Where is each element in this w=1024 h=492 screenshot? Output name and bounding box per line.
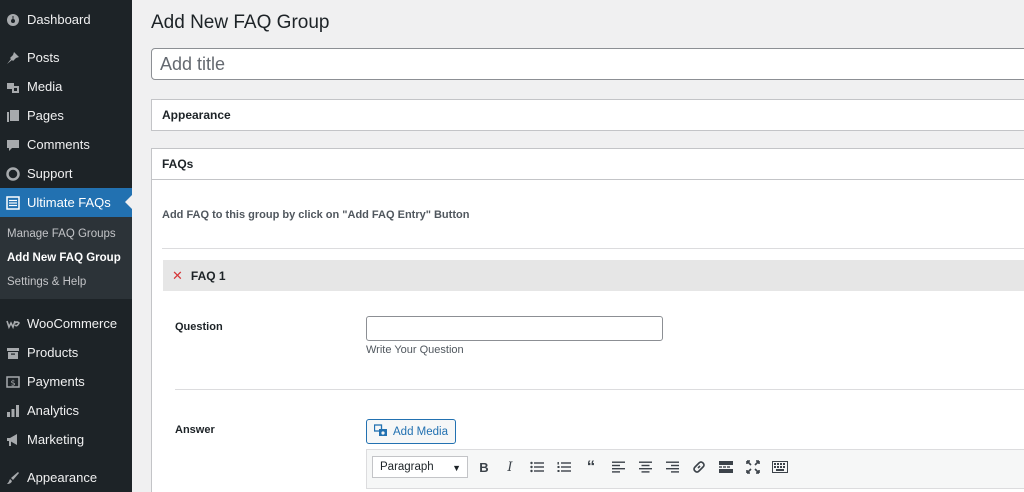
pin-icon bbox=[6, 51, 20, 65]
remove-faq-icon[interactable]: ✕ bbox=[172, 268, 183, 284]
question-label: Question bbox=[175, 321, 223, 333]
sidebar-item-label: WooCommerce bbox=[27, 316, 118, 331]
sidebar-item-woocommerce[interactable]: WooCommerce bbox=[0, 309, 132, 338]
italic-icon[interactable]: I bbox=[500, 459, 520, 475]
align-center-icon[interactable] bbox=[635, 459, 655, 475]
sidebar-item-dashboard[interactable]: Dashboard bbox=[0, 5, 132, 34]
editor-toolbar: Paragraph ▼ B I “ bbox=[366, 449, 1024, 489]
divider bbox=[175, 389, 1024, 390]
submenu-settings-help[interactable]: Settings & Help bbox=[7, 276, 86, 288]
bold-icon[interactable]: B bbox=[474, 459, 494, 475]
pages-icon bbox=[6, 109, 20, 123]
question-input[interactable] bbox=[366, 316, 663, 341]
divider bbox=[162, 248, 1024, 249]
submenu-add-new-faq-group[interactable]: Add New FAQ Group bbox=[7, 252, 121, 264]
sidebar-item-marketing[interactable]: Marketing bbox=[0, 425, 132, 454]
add-media-button[interactable]: Add Media bbox=[366, 419, 456, 444]
woo-icon bbox=[6, 317, 20, 331]
sidebar-item-label: Analytics bbox=[27, 403, 80, 418]
fullscreen-icon[interactable] bbox=[743, 459, 763, 475]
sidebar-item-products[interactable]: Products bbox=[0, 338, 132, 367]
sidebar-item-label: Dashboard bbox=[27, 12, 91, 27]
sidebar-item-label: Payments bbox=[27, 374, 85, 389]
sidebar-item-media[interactable]: Media bbox=[0, 72, 132, 101]
answer-label: Answer bbox=[175, 424, 215, 436]
megaphone-icon bbox=[6, 433, 20, 447]
list-icon bbox=[6, 195, 20, 210]
bullet-list-icon[interactable] bbox=[527, 459, 547, 475]
sidebar-item-posts[interactable]: Posts bbox=[0, 43, 132, 72]
sidebar-item-pages[interactable]: Pages bbox=[0, 101, 132, 130]
faqs-instructions: Add FAQ to this group by click on "Add F… bbox=[162, 209, 470, 221]
sidebar-item-label: Media bbox=[27, 79, 63, 94]
blockquote-icon[interactable]: “ bbox=[581, 457, 601, 476]
archive-icon bbox=[6, 346, 20, 360]
comment-icon bbox=[6, 138, 20, 152]
add-media-label: Add Media bbox=[393, 425, 448, 438]
media-icon bbox=[373, 423, 388, 440]
dollar-icon: $ bbox=[6, 375, 20, 389]
numbered-list-icon[interactable] bbox=[554, 459, 574, 475]
admin-sidebar: Dashboard Posts Media Pages Comments Sup… bbox=[0, 0, 132, 492]
toolbar-toggle-icon[interactable] bbox=[770, 459, 790, 475]
page-title: Add New FAQ Group bbox=[151, 12, 330, 33]
appearance-postbox: Appearance bbox=[151, 99, 1024, 131]
sidebar-item-label: Comments bbox=[27, 137, 90, 152]
faqs-postbox-header[interactable]: FAQs bbox=[152, 149, 1024, 180]
submenu-manage-faq-groups[interactable]: Manage FAQ Groups bbox=[7, 228, 116, 240]
sidebar-item-label: Appearance bbox=[27, 470, 98, 485]
sidebar-item-ultimate-faqs[interactable]: Ultimate FAQs bbox=[0, 188, 132, 217]
sidebar-item-label: Ultimate FAQs bbox=[27, 195, 111, 210]
title-input[interactable] bbox=[151, 48, 1024, 80]
sidebar-submenu: Manage FAQ Groups Add New FAQ Group Sett… bbox=[0, 217, 132, 299]
align-right-icon[interactable] bbox=[662, 459, 682, 475]
sidebar-item-comments[interactable]: Comments bbox=[0, 130, 132, 159]
read-more-icon[interactable] bbox=[716, 459, 736, 475]
sidebar-item-label: Products bbox=[27, 345, 79, 360]
lifebuoy-icon bbox=[6, 166, 20, 181]
sidebar-item-label: Marketing bbox=[27, 432, 85, 447]
format-select[interactable]: Paragraph ▼ bbox=[372, 456, 468, 478]
sidebar-item-label: Support bbox=[27, 166, 73, 181]
format-select-value: Paragraph bbox=[380, 461, 434, 473]
svg-text:$: $ bbox=[10, 378, 15, 387]
appearance-postbox-header[interactable]: Appearance bbox=[152, 100, 1024, 130]
sidebar-item-analytics[interactable]: Analytics bbox=[0, 396, 132, 425]
question-description: Write Your Question bbox=[366, 344, 464, 356]
media-icon bbox=[6, 80, 20, 94]
brush-icon bbox=[6, 471, 20, 485]
dashboard-icon bbox=[6, 13, 20, 27]
sidebar-item-payments[interactable]: $ Payments bbox=[0, 367, 132, 396]
faq-entry-title: FAQ 1 bbox=[190, 268, 226, 283]
align-left-icon[interactable] bbox=[608, 459, 628, 475]
sidebar-item-appearance[interactable]: Appearance bbox=[0, 463, 132, 492]
chevron-down-icon: ▼ bbox=[452, 463, 461, 473]
sidebar-item-support[interactable]: Support bbox=[0, 159, 132, 188]
faq-entry-header: ✕ FAQ 1 bbox=[163, 260, 1024, 291]
sidebar-item-label: Posts bbox=[27, 50, 60, 65]
faqs-postbox: FAQs Add FAQ to this group by click on "… bbox=[151, 148, 1024, 492]
sidebar-item-label: Pages bbox=[27, 108, 64, 123]
link-icon[interactable] bbox=[689, 459, 709, 475]
bar-chart-icon bbox=[6, 404, 20, 418]
